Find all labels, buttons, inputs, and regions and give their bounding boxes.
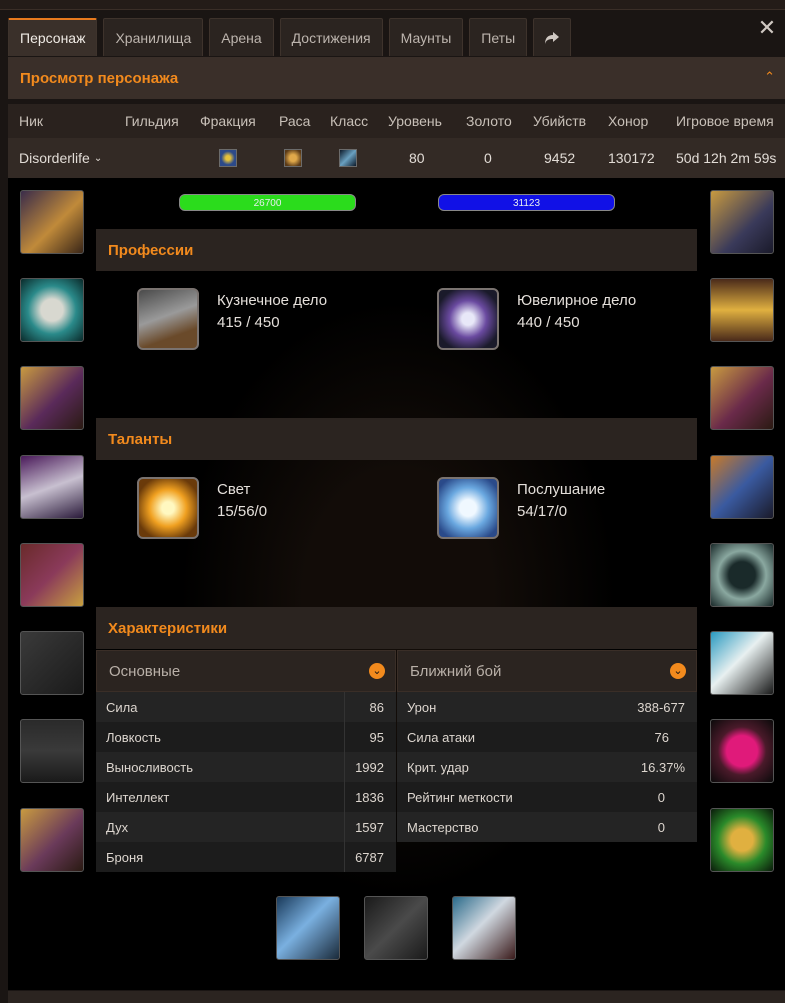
talent-name-2: Послушание <box>517 481 606 498</box>
chevron-down-icon: ⌄ <box>670 663 686 679</box>
profession-name-2: Ювелирное дело <box>517 292 637 309</box>
equip-slot-wrist[interactable] <box>20 808 84 872</box>
equip-slot-finger-2[interactable] <box>710 631 774 695</box>
stats-primary-select[interactable]: Основные ⌄ <box>96 650 396 692</box>
equip-slot-feet[interactable] <box>710 455 774 519</box>
stat-row: Броня 6787 <box>96 842 396 872</box>
faction-icon <box>219 138 237 178</box>
characteristics-header: Характеристики <box>96 607 697 649</box>
race-icon <box>284 138 302 178</box>
chevron-down-icon: ⌄ <box>93 152 103 164</box>
jewelcrafting-icon <box>437 288 499 350</box>
equip-slot-chest[interactable] <box>20 543 84 607</box>
equip-slot-ranged[interactable] <box>452 896 516 960</box>
stat-row: Рейтинг меткости 0 <box>397 782 697 812</box>
table-row: Disorderlife ⌄ 80 0 9452 130172 50d 12h … <box>8 138 785 178</box>
table-header: Ник Гильдия Фракция Раса Класс Уровень З… <box>8 104 785 138</box>
profession-value-2: 440 / 450 <box>517 314 580 331</box>
playtime-value: 50d 12h 2m 59s <box>676 150 777 166</box>
top-strip <box>0 0 785 10</box>
professions-header: Профессии <box>96 229 697 271</box>
profession-name-1: Кузнечное дело <box>217 292 328 309</box>
tab-bar: Персонаж Хранилища Арена Достижения Маун… <box>8 18 572 56</box>
close-icon[interactable]: ✕ <box>757 17 777 39</box>
class-icon <box>339 138 357 178</box>
equip-slot-back[interactable] <box>20 455 84 519</box>
tab-pets[interactable]: Петы <box>469 18 528 56</box>
stat-row: Ловкость 95 <box>96 722 396 752</box>
stats-primary-selected: Основные <box>109 662 181 680</box>
stat-row: Крит. удар 16.37% <box>397 752 697 782</box>
mana-bar: 31123 <box>438 194 615 211</box>
equip-slot-trinket-2[interactable] <box>710 808 774 872</box>
tab-storage[interactable]: Хранилища <box>103 18 204 56</box>
stat-row: Сила атаки 76 <box>397 722 697 752</box>
chevron-down-icon: ⌄ <box>369 663 385 679</box>
tab-arena[interactable]: Арена <box>209 18 274 56</box>
col-guild: Гильдия <box>125 113 179 129</box>
stats-melee: Ближний бой ⌄ Урон 388-677 Сила атаки 76 К… <box>397 650 697 842</box>
health-bar: 26700 <box>179 194 356 211</box>
equip-slot-tabard[interactable] <box>20 719 84 783</box>
nick-value: Disorderlife <box>19 150 90 166</box>
col-nick: Ник <box>19 113 44 129</box>
talent-name-1: Свет <box>217 481 251 498</box>
tab-mounts[interactable]: Маунты <box>388 18 464 56</box>
bottom-bar <box>8 991 785 1003</box>
col-honor: Хонор <box>608 113 649 129</box>
chevron-up-icon[interactable]: ⌃ <box>764 69 775 85</box>
equip-slot-main-hand[interactable] <box>276 896 340 960</box>
equip-slot-waist[interactable] <box>710 278 774 342</box>
col-playtime: Игровое время <box>676 113 774 129</box>
col-race: Раса <box>279 113 311 129</box>
discipline-icon <box>437 477 499 539</box>
share-button[interactable] <box>533 18 572 56</box>
stats-melee-select[interactable]: Ближний бой ⌄ <box>397 650 697 692</box>
kills-value: 9452 <box>544 150 576 166</box>
tab-character[interactable]: Персонаж <box>8 18 98 56</box>
tab-achievements[interactable]: Достижения <box>279 18 383 56</box>
talent-value-2: 54/17/0 <box>517 503 568 520</box>
equip-slot-head[interactable] <box>20 190 84 254</box>
stat-row: Урон 388-677 <box>397 692 697 722</box>
character-view-header[interactable]: Просмотр персонажа ⌃ <box>8 57 785 99</box>
page-title: Просмотр персонажа <box>20 69 179 87</box>
equip-slot-shirt[interactable] <box>20 631 84 695</box>
gold-value: 0 <box>484 150 492 166</box>
holy-icon <box>137 477 199 539</box>
col-kills: Убийств <box>533 113 587 129</box>
honor-value: 130172 <box>608 150 655 166</box>
col-gold: Золото <box>466 113 512 129</box>
stat-row: Выносливость 1992 <box>96 752 396 782</box>
nick-dropdown[interactable]: Disorderlife ⌄ <box>19 138 102 178</box>
equip-slot-finger-1[interactable] <box>710 543 774 607</box>
equip-slot-hands[interactable] <box>710 190 774 254</box>
stat-row: Мастерство 0 <box>397 812 697 842</box>
equip-slot-trinket-1[interactable] <box>710 719 774 783</box>
equip-slot-shoulder[interactable] <box>20 366 84 430</box>
col-level: Уровень <box>388 113 442 129</box>
share-icon <box>545 31 560 44</box>
col-faction: Фракция <box>200 113 256 129</box>
stats-primary: Основные ⌄ Сила 86 Ловкость 95 Выносливост… <box>96 650 396 872</box>
stat-row: Сила 86 <box>96 692 396 722</box>
level-value: 80 <box>409 150 425 166</box>
talent-value-1: 15/56/0 <box>217 503 268 520</box>
equip-slot-neck[interactable] <box>20 278 84 342</box>
profession-value-1: 415 / 450 <box>217 314 280 331</box>
col-class: Класс <box>330 113 369 129</box>
blacksmithing-icon <box>137 288 199 350</box>
stat-row: Интеллект 1836 <box>96 782 396 812</box>
equip-slot-legs[interactable] <box>710 366 774 430</box>
stat-row: Дух 1597 <box>96 812 396 842</box>
equip-slot-off-hand[interactable] <box>364 896 428 960</box>
stats-melee-selected: Ближний бой <box>410 662 502 680</box>
talents-header: Таланты <box>96 418 697 460</box>
